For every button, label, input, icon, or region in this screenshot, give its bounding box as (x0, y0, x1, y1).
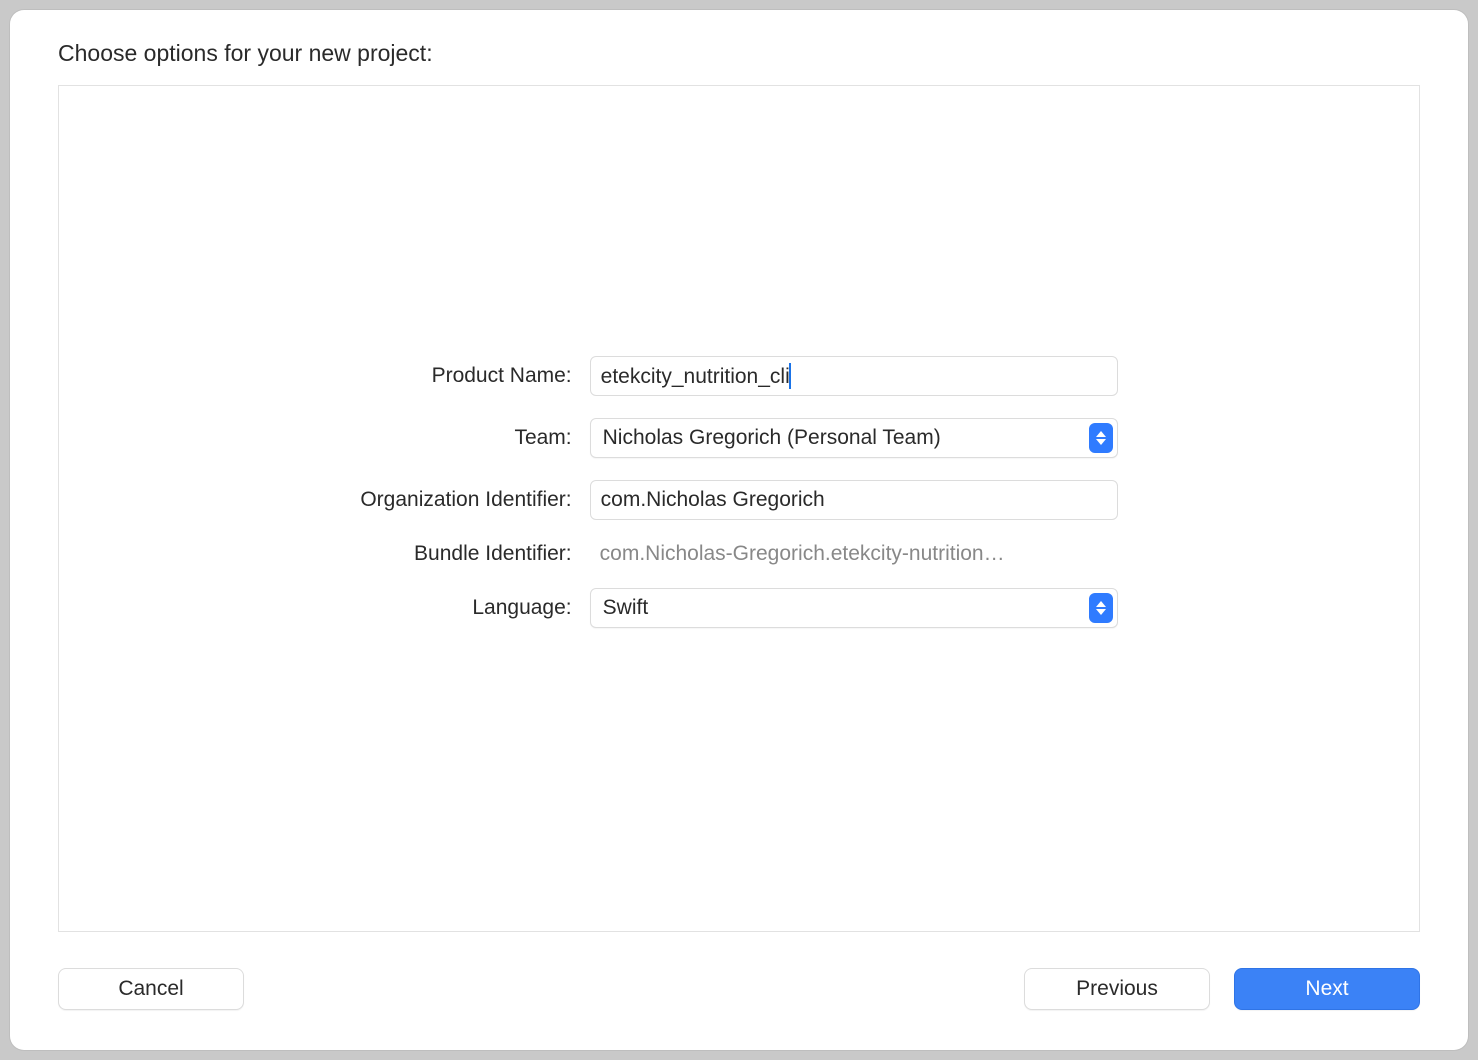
language-select-value: Swift (603, 596, 649, 620)
bundle-identifier-label: Bundle Identifier: (360, 542, 571, 566)
dialog-title: Choose options for your new project: (58, 40, 1420, 67)
team-label: Team: (360, 426, 571, 450)
org-identifier-label: Organization Identifier: (360, 488, 571, 512)
product-name-input-wrap[interactable] (590, 356, 1118, 396)
bundle-identifier-value: com.Nicholas-Gregorich.etekcity-nutritio… (590, 542, 1118, 566)
product-name-input[interactable] (590, 356, 1118, 396)
next-button[interactable]: Next (1234, 968, 1420, 1010)
button-group-right: Previous Next (1024, 968, 1420, 1010)
button-bar: Cancel Previous Next (58, 968, 1420, 1010)
updown-stepper-icon (1089, 423, 1113, 453)
language-label: Language: (360, 596, 571, 620)
previous-button[interactable]: Previous (1024, 968, 1210, 1010)
product-name-label: Product Name: (360, 364, 571, 388)
org-identifier-input[interactable] (590, 480, 1118, 520)
team-select-value: Nicholas Gregorich (Personal Team) (603, 426, 941, 450)
options-panel: Product Name: Team: Nicholas Gregorich (… (58, 85, 1420, 932)
updown-stepper-icon (1089, 593, 1113, 623)
options-form: Product Name: Team: Nicholas Gregorich (… (360, 356, 1117, 628)
team-select[interactable]: Nicholas Gregorich (Personal Team) (590, 418, 1118, 458)
language-select[interactable]: Swift (590, 588, 1118, 628)
cancel-button[interactable]: Cancel (58, 968, 244, 1010)
new-project-options-dialog: Choose options for your new project: Pro… (10, 10, 1468, 1050)
